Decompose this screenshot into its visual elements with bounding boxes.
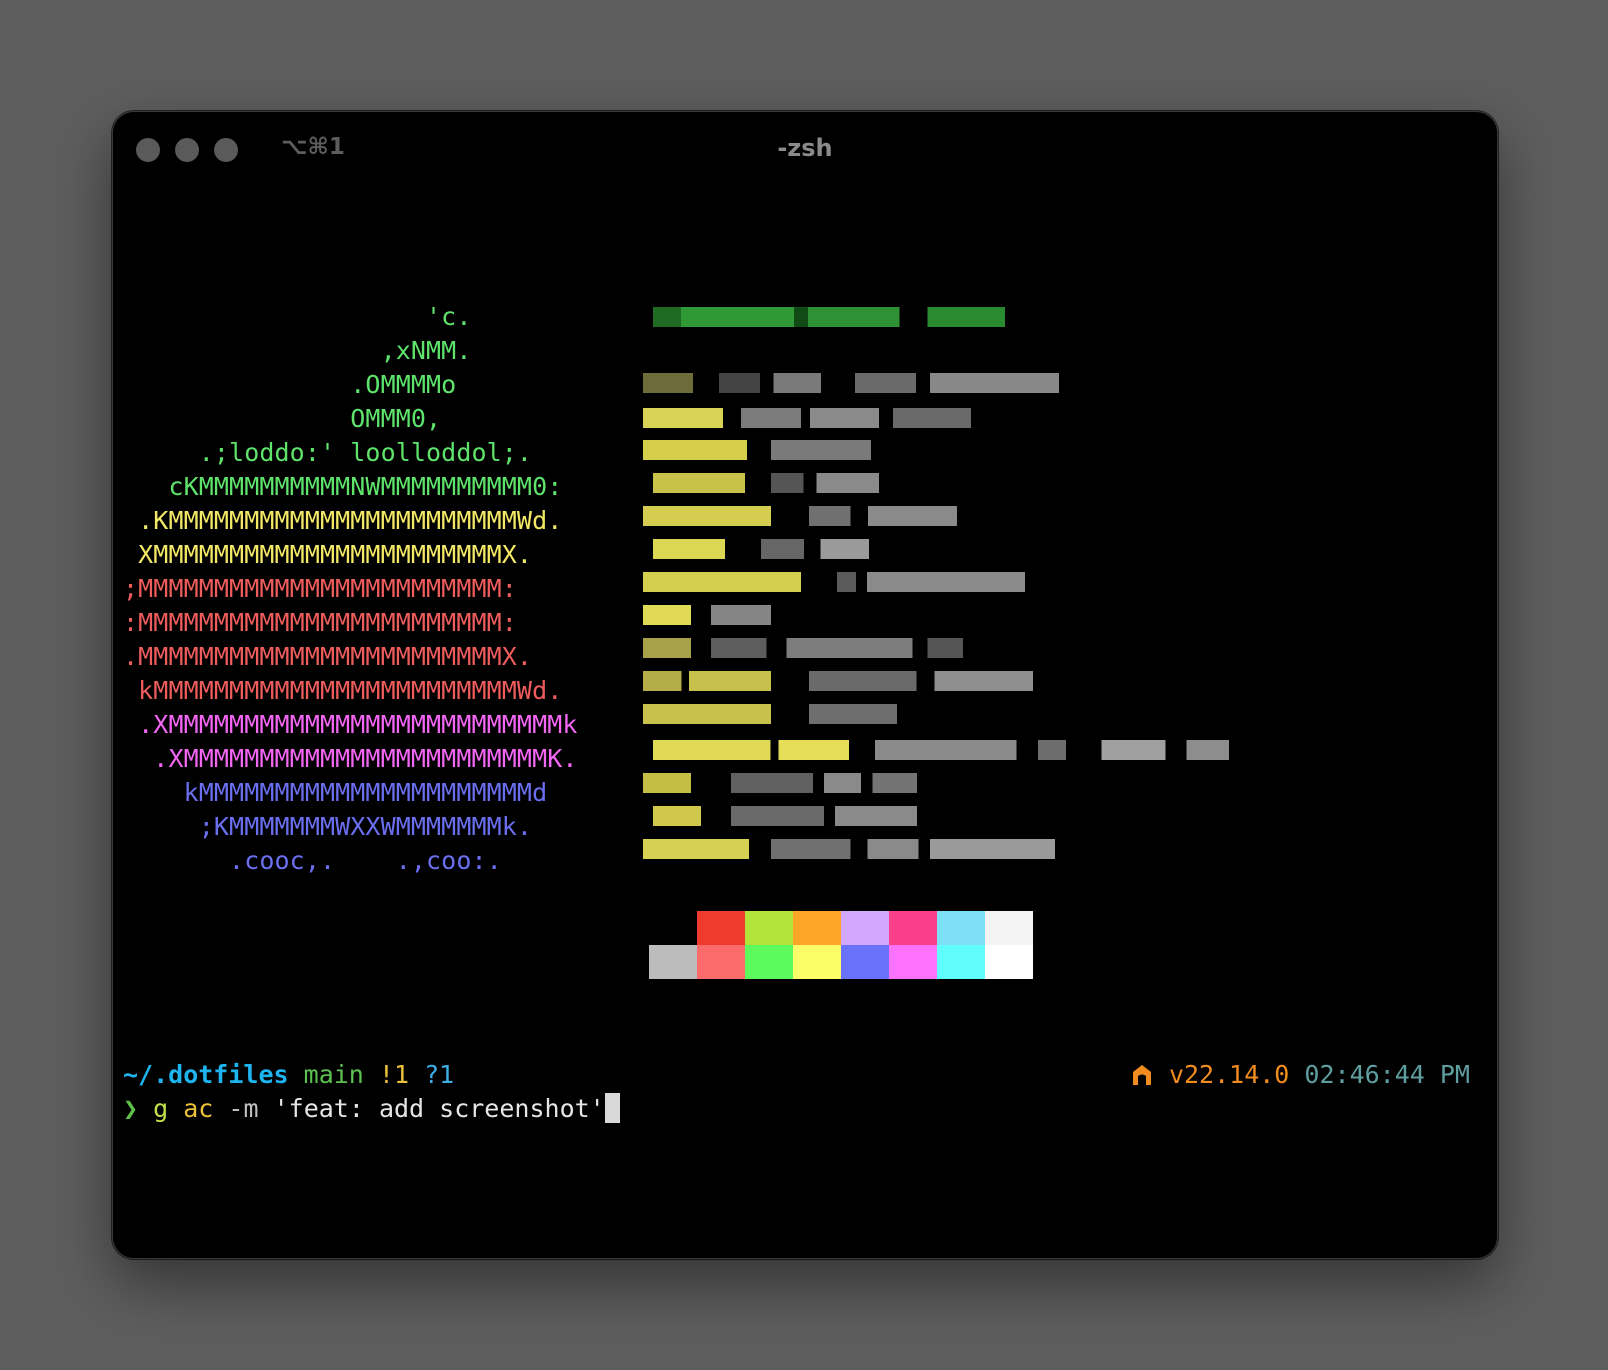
command-subcommand: ac (183, 1094, 214, 1123)
logo-line: ,xNMM. (123, 336, 472, 365)
palette-swatch (745, 945, 793, 979)
palette-swatch (841, 911, 889, 945)
logo-line: .KMMMMMMMMMMMMMMMMMMMMMMMWd. (123, 506, 563, 535)
logo-line: .;loddo:' loolloddol;. (123, 438, 533, 467)
prompt-path: ~/.dotfiles (123, 1060, 289, 1089)
node-icon (1132, 1058, 1154, 1092)
palette-swatch (793, 945, 841, 979)
palette-row-bright (649, 945, 1033, 979)
palette-swatch (937, 911, 985, 945)
system-info-redacted (643, 300, 1269, 860)
title-bar[interactable]: ⌥⌘1 -zsh (113, 112, 1497, 188)
command-name: g (153, 1094, 169, 1123)
palette-row-normal (649, 911, 1033, 945)
command-flag: -m (228, 1094, 259, 1123)
clock-time: 02:46:44 PM (1304, 1060, 1470, 1089)
git-branch: main (303, 1060, 364, 1089)
logo-line: cKMMMMMMMMMMNWMMMMMMMMMM0: (123, 472, 563, 501)
palette-swatch (697, 911, 745, 945)
logo-line: OMMM0, (123, 404, 442, 433)
logo-line: .MMMMMMMMMMMMMMMMMMMMMMMMX. (123, 642, 533, 671)
prompt-status-left: ~/.dotfiles main !1 ?1 (123, 1058, 454, 1092)
command-argument[interactable]: 'feat: add screenshot' (274, 1094, 605, 1123)
color-palette (649, 911, 1033, 979)
text-cursor (604, 1093, 620, 1123)
palette-swatch (985, 945, 1033, 979)
palette-swatch (937, 945, 985, 979)
logo-line: kMMMMMMMMMMMMMMMMMMMMMMd (123, 778, 548, 807)
palette-swatch (889, 911, 937, 945)
palette-swatch (841, 945, 889, 979)
window-title: -zsh (777, 134, 833, 162)
node-version: v22.14.0 (1168, 1060, 1290, 1089)
logo-line: ;KMMMMMMMWXXWMMMMMMMk. (123, 812, 533, 841)
logo-line: kMMMMMMMMMMMMMMMMMMMMMMMMWd. (123, 676, 563, 705)
logo-line: .cooc,. .,coo:. (123, 846, 502, 875)
logo-line: ;MMMMMMMMMMMMMMMMMMMMMMMM: (123, 574, 517, 603)
logo-line: .OMMMMo (123, 370, 457, 399)
palette-swatch (889, 945, 937, 979)
palette-swatch (697, 945, 745, 979)
palette-swatch (649, 911, 697, 945)
prompt-status-right: v22.14.0 02:46:44 PM (1132, 1058, 1470, 1092)
git-modified-count: !1 (378, 1060, 410, 1089)
palette-swatch (793, 911, 841, 945)
logo-line: .XMMMMMMMMMMMMMMMMMMMMMMMMMMk (123, 710, 578, 739)
prompt-symbol: ❯ (123, 1094, 139, 1123)
command-input-line[interactable]: ❯ g ac -m 'feat: add screenshot' (123, 1092, 620, 1126)
logo-line: XMMMMMMMMMMMMMMMMMMMMMMMX. (123, 540, 533, 569)
palette-swatch (745, 911, 793, 945)
terminal-window: ⌥⌘1 -zsh 'c. ,xNMM. .OMMMMo OMMM0, .;lod… (112, 111, 1498, 1259)
logo-line: .XMMMMMMMMMMMMMMMMMMMMMMMMK. (123, 744, 578, 773)
logo-line: 'c. (123, 302, 472, 331)
palette-swatch (649, 945, 697, 979)
logo-line: :MMMMMMMMMMMMMMMMMMMMMMMM: (123, 608, 517, 637)
ascii-logo: 'c. ,xNMM. .OMMMMo OMMM0, .;loddo:' lool… (123, 300, 578, 878)
palette-swatch (985, 911, 1033, 945)
git-untracked-count: ?1 (424, 1060, 455, 1089)
